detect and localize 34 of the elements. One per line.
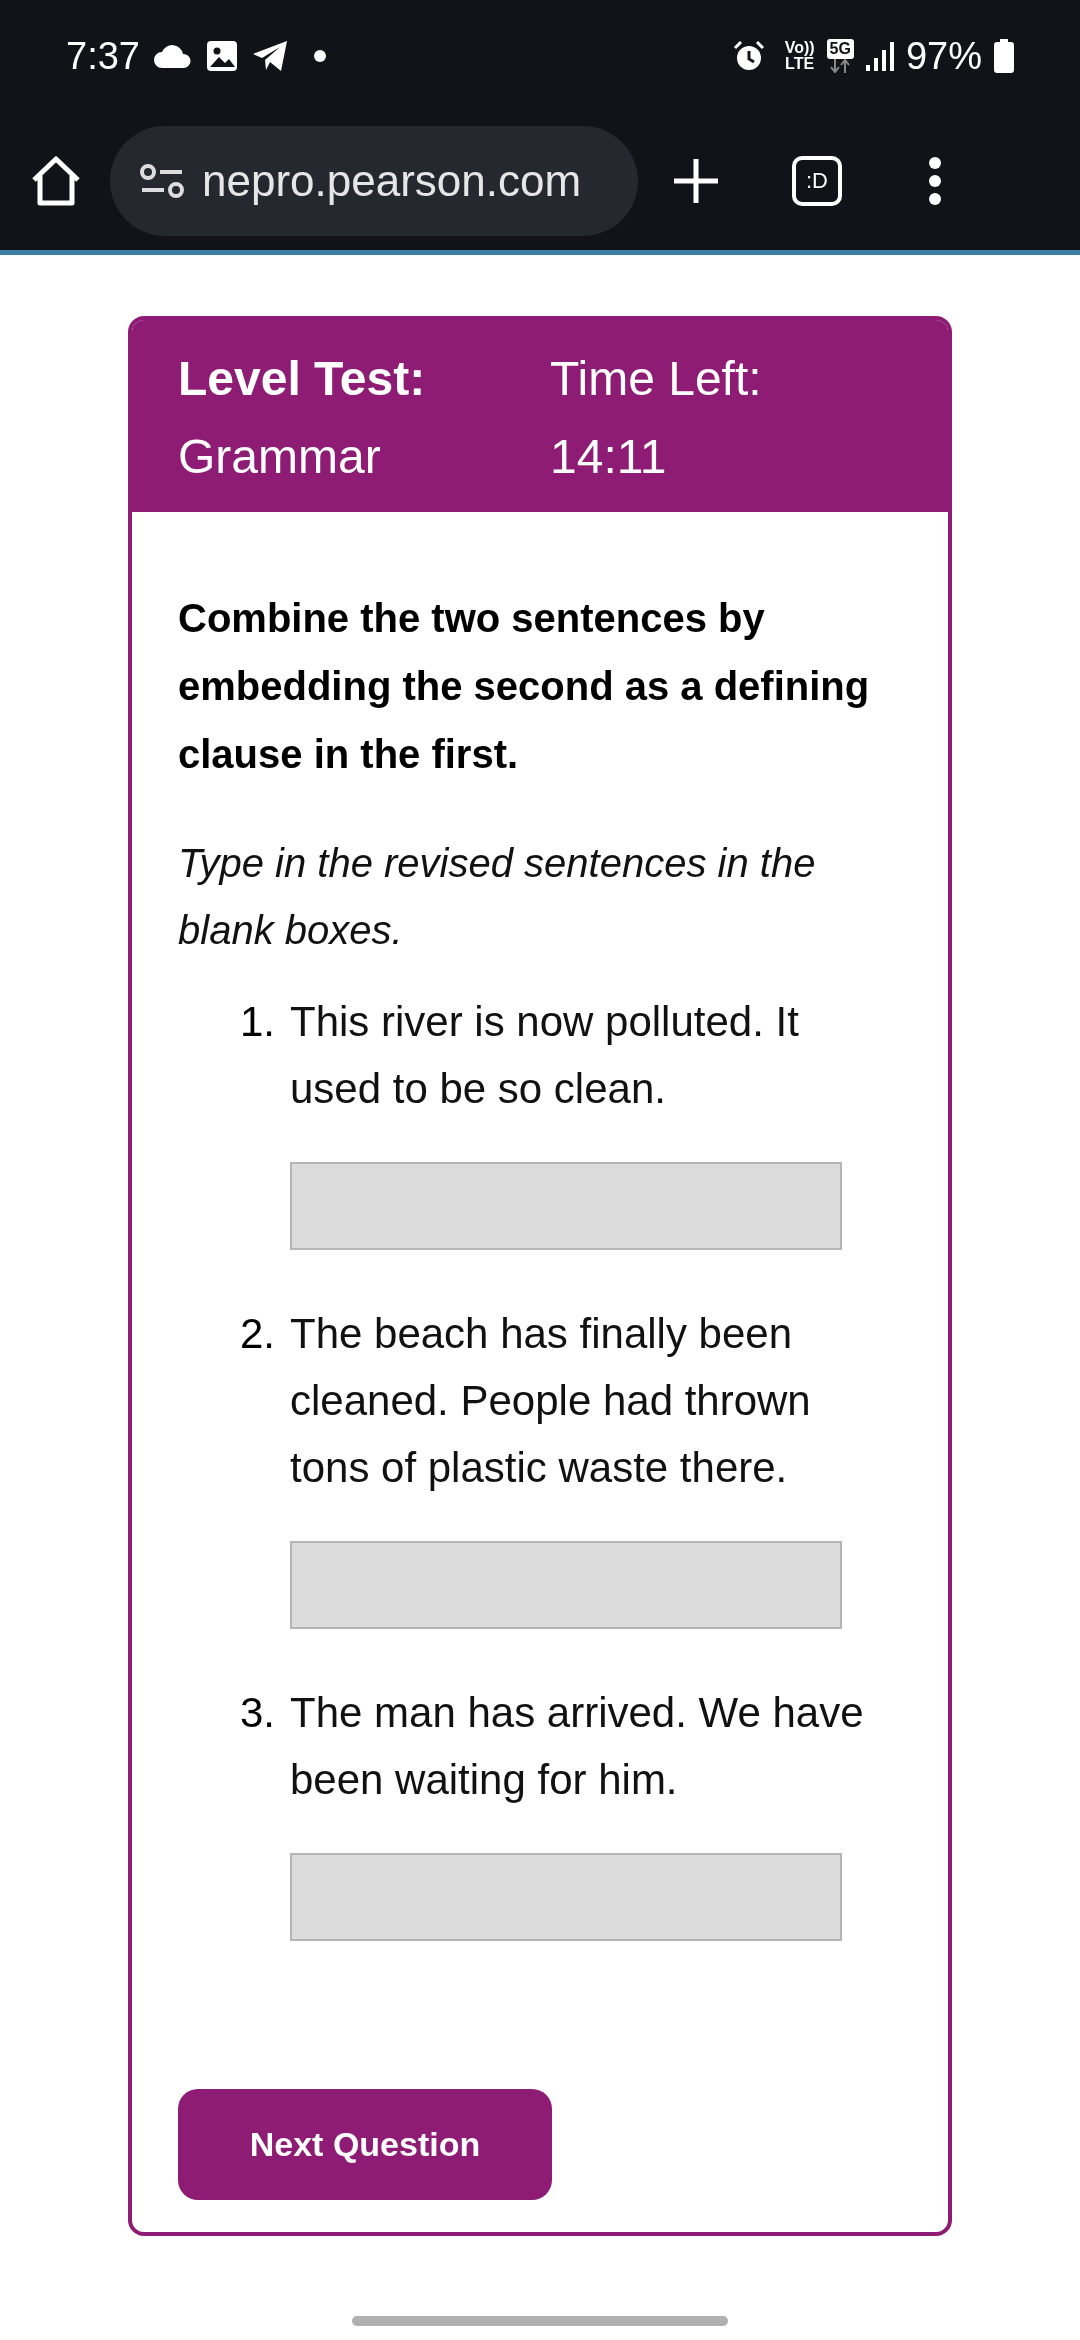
cloud-icon [153,44,192,68]
hint-text: Type in the revised sentences in the blank boxes. [178,840,817,954]
test-title: Level Test: [178,351,427,407]
question-number: 2. [240,1309,277,1359]
instruction-text: Combine the two sentences by embedding the second as a defining clause in the first. [178,595,871,778]
home-icon[interactable] [30,156,82,206]
paper-plane-icon [251,40,288,72]
lte-label: LTE [785,56,815,72]
battery-percentage: 97% [905,33,982,79]
question-text: The beach has finally been cleaned. People had thrown tons of plastic waste there. [290,1309,812,1493]
timer-label: Time Left: [550,351,763,407]
image-icon [205,40,238,72]
data-arrows-icon [828,59,853,73]
clock-time: 7:37 [66,33,140,79]
question-number: 1. [240,997,277,1047]
more-options-icon[interactable] [928,157,942,205]
signal-icon [865,41,894,71]
next-question-button[interactable]: Next Question [178,2089,552,2200]
question-text: The man has arrived. We have been waiting for him. [290,1688,865,1805]
alarm-icon [732,40,765,72]
site-settings-icon[interactable] [140,163,184,199]
question-text: This river is now polluted. It used to be so clean. [290,997,800,1114]
network-badge: 5G [826,39,854,59]
gesture-handle[interactable] [352,2316,728,2326]
timer-value: 14:11 [550,429,668,485]
question-number: 3. [240,1688,277,1738]
test-subtitle: Grammar [178,429,382,485]
dot-icon [313,50,326,62]
plus-icon[interactable] [672,157,720,205]
address-bar[interactable]: nepro.pearson.com [110,126,638,236]
volte-label: Vo)) [784,40,815,56]
battery-icon [994,39,1014,73]
tab-switcher-button[interactable]: :D [792,156,842,206]
url-text: nepro.pearson.com [202,155,582,207]
